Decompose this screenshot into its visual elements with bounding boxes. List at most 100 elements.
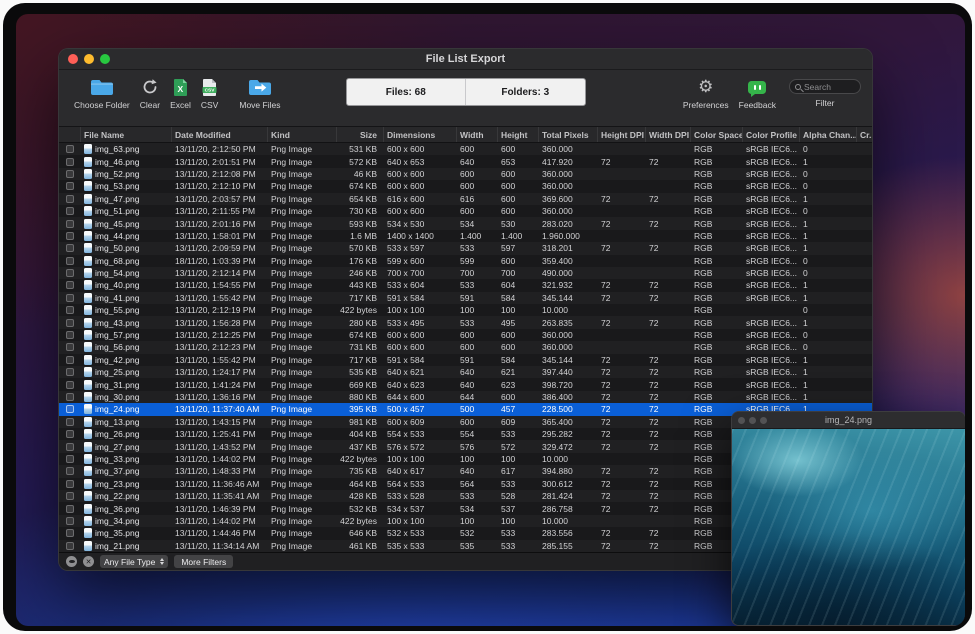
cell-kind: Png Image	[268, 292, 337, 304]
column-header-modified[interactable]: Date Modified	[172, 127, 268, 142]
row-checkbox[interactable]	[66, 281, 74, 289]
row-checkbox[interactable]	[66, 505, 74, 513]
row-checkbox[interactable]	[66, 220, 74, 228]
column-header-color_profile[interactable]: Color Profile	[743, 127, 800, 142]
table-row-img_57[interactable]: img_57.png13/11/20, 2:12:25 PMPng Image6…	[59, 329, 872, 341]
move-files-button[interactable]: Move Files	[239, 76, 280, 110]
row-checkbox[interactable]	[66, 306, 74, 314]
cell-dimensions: 600 x 600	[384, 341, 457, 353]
column-header-height_dpi[interactable]: Height DPI	[598, 127, 646, 142]
table-row-img_41[interactable]: img_41.png13/11/20, 1:55:42 PMPng Image7…	[59, 292, 872, 304]
preview-minimize-button[interactable]	[749, 417, 756, 424]
row-checkbox[interactable]	[66, 455, 74, 463]
column-header-kind[interactable]: Kind	[268, 127, 337, 142]
row-checkbox[interactable]	[66, 170, 74, 178]
row-checkbox[interactable]	[66, 443, 74, 451]
row-checkbox[interactable]	[66, 207, 74, 215]
png-file-icon	[84, 466, 92, 476]
row-checkbox[interactable]	[66, 381, 74, 389]
table-row-img_42[interactable]: img_42.png13/11/20, 1:55:42 PMPng Image7…	[59, 354, 872, 366]
row-checkbox[interactable]	[66, 480, 74, 488]
row-checkbox[interactable]	[66, 430, 74, 438]
table-row-img_43[interactable]: img_43.png13/11/20, 1:56:28 PMPng Image2…	[59, 316, 872, 328]
table-row-img_51[interactable]: img_51.png13/11/20, 2:11:55 PMPng Image7…	[59, 205, 872, 217]
column-header-width[interactable]: Width	[457, 127, 498, 142]
table-row-img_25[interactable]: img_25.png13/11/20, 1:24:17 PMPng Image5…	[59, 366, 872, 378]
cell-kind: Png Image	[268, 515, 337, 527]
zoom-button[interactable]	[100, 54, 110, 64]
row-checkbox[interactable]	[66, 269, 74, 277]
row-checkbox[interactable]	[66, 331, 74, 339]
column-header-color_space[interactable]: Color Space	[691, 127, 743, 142]
row-checkbox[interactable]	[66, 405, 74, 413]
column-header-total_pixels[interactable]: Total Pixels	[539, 127, 598, 142]
cell-height_dpi	[598, 453, 646, 465]
row-checkbox[interactable]	[66, 145, 74, 153]
row-checkbox[interactable]	[66, 393, 74, 401]
row-checkbox[interactable]	[66, 158, 74, 166]
row-checkbox[interactable]	[66, 257, 74, 265]
cell-color_space: RGB	[691, 304, 743, 316]
more-filters-button[interactable]: More Filters	[174, 555, 233, 568]
cell-dimensions: 640 x 653	[384, 155, 457, 167]
cell-modified: 13/11/20, 2:12:08 PM	[172, 168, 268, 180]
row-checkbox[interactable]	[66, 467, 74, 475]
table-row-img_50[interactable]: img_50.png13/11/20, 2:09:59 PMPng Image5…	[59, 242, 872, 254]
clear-button[interactable]: Clear	[140, 76, 160, 110]
column-header-cr[interactable]: Cr...	[857, 127, 873, 142]
column-header-width_dpi[interactable]: Width DPI	[646, 127, 691, 142]
row-checkbox[interactable]	[66, 244, 74, 252]
table-row-img_46[interactable]: img_46.png13/11/20, 2:01:51 PMPng Image5…	[59, 155, 872, 167]
table-row-img_47[interactable]: img_47.png13/11/20, 2:03:57 PMPng Image6…	[59, 193, 872, 205]
row-checkbox[interactable]	[66, 356, 74, 364]
eye-icon[interactable]	[66, 556, 77, 567]
csv-export-button[interactable]: CSV CSV	[201, 76, 218, 110]
row-checkbox[interactable]	[66, 492, 74, 500]
table-row-img_45[interactable]: img_45.png13/11/20, 2:01:16 PMPng Image5…	[59, 217, 872, 229]
table-row-img_55[interactable]: img_55.png13/11/20, 2:12:19 PMPng Image4…	[59, 304, 872, 316]
table-row-img_56[interactable]: img_56.png13/11/20, 2:12:23 PMPng Image7…	[59, 341, 872, 353]
table-row-img_31[interactable]: img_31.png13/11/20, 1:41:24 PMPng Image6…	[59, 378, 872, 390]
search-field[interactable]	[789, 79, 861, 94]
column-header-alpha[interactable]: Alpha Chan...	[800, 127, 857, 142]
table-row-img_53[interactable]: img_53.png13/11/20, 2:12:10 PMPng Image6…	[59, 180, 872, 192]
row-checkbox[interactable]	[66, 529, 74, 537]
row-checkbox[interactable]	[66, 368, 74, 376]
table-row-img_68[interactable]: img_68.png18/11/20, 1:03:39 PMPng Image1…	[59, 255, 872, 267]
row-checkbox[interactable]	[66, 319, 74, 327]
row-checkbox[interactable]	[66, 182, 74, 190]
table-row-img_63[interactable]: img_63.png13/11/20, 2:12:50 PMPng Image5…	[59, 143, 872, 155]
column-header-size[interactable]: Size	[337, 127, 384, 142]
minimize-button[interactable]	[84, 54, 94, 64]
choose-folder-button[interactable]: Choose Folder	[74, 76, 130, 110]
table-row-img_40[interactable]: img_40.png13/11/20, 1:54:55 PMPng Image4…	[59, 279, 872, 291]
table-row-img_44[interactable]: img_44.png13/11/20, 1:58:01 PMPng Image1…	[59, 230, 872, 242]
search-input[interactable]	[804, 82, 855, 92]
row-checkbox[interactable]	[66, 343, 74, 351]
cell-total_pixels: 295.282	[539, 428, 598, 440]
row-checkbox[interactable]	[66, 294, 74, 302]
row-checkbox[interactable]	[66, 517, 74, 525]
table-row-img_30[interactable]: img_30.png13/11/20, 1:36:16 PMPng Image8…	[59, 391, 872, 403]
table-row-img_54[interactable]: img_54.png13/11/20, 2:12:14 PMPng Image2…	[59, 267, 872, 279]
preview-zoom-button[interactable]	[760, 417, 767, 424]
close-button[interactable]	[68, 54, 78, 64]
row-checkbox[interactable]	[66, 232, 74, 240]
preview-window[interactable]: img_24.png	[731, 411, 965, 626]
column-header-height[interactable]: Height	[498, 127, 539, 142]
row-checkbox[interactable]	[66, 195, 74, 203]
titlebar[interactable]: File List Export	[59, 49, 872, 70]
preview-titlebar[interactable]: img_24.png	[732, 412, 965, 429]
feedback-button[interactable]: Feedback	[739, 76, 776, 110]
preview-close-button[interactable]	[738, 417, 745, 424]
column-header-name[interactable]: File Name	[81, 127, 172, 142]
column-header-dimensions[interactable]: Dimensions	[384, 127, 457, 142]
row-checkbox[interactable]	[66, 542, 74, 550]
clear-filters-icon[interactable]: ✕	[83, 556, 94, 567]
excel-export-button[interactable]: X Excel	[170, 76, 191, 110]
table-row-img_52[interactable]: img_52.png13/11/20, 2:12:08 PMPng Image4…	[59, 168, 872, 180]
file-type-dropdown[interactable]: Any File Type	[100, 555, 168, 568]
row-checkbox[interactable]	[66, 418, 74, 426]
preferences-button[interactable]: ⚙ Preferences	[683, 76, 729, 110]
excel-file-icon: X	[173, 76, 188, 98]
